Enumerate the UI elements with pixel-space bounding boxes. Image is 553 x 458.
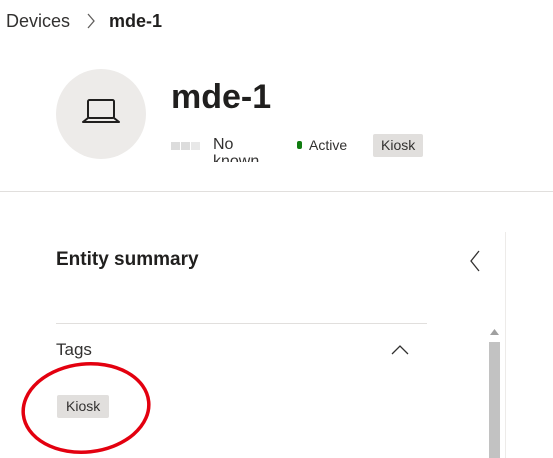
chevron-left-icon — [469, 250, 481, 277]
tags-section-label: Tags — [56, 340, 92, 359]
risk-level-label: No known — [213, 136, 260, 162]
section-divider — [56, 323, 427, 324]
device-status: Active — [297, 135, 347, 155]
scroll-thumb[interactable] — [489, 342, 500, 458]
device-name-title: mde-1 — [171, 78, 272, 116]
panel-separator — [505, 232, 506, 458]
status-dot-icon — [297, 141, 302, 149]
breadcrumb-current: mde-1 — [109, 10, 163, 31]
header-divider — [0, 191, 553, 192]
tags-section-header[interactable]: Tags — [56, 335, 427, 365]
panel-scrollbar[interactable] — [487, 325, 502, 458]
laptop-icon — [80, 96, 122, 133]
scroll-up-arrow-icon[interactable] — [487, 325, 502, 339]
entity-summary-title: Entity summary — [56, 249, 199, 270]
tag-chip-kiosk[interactable]: Kiosk — [57, 395, 110, 418]
collapse-panel-button[interactable] — [464, 250, 486, 276]
chevron-up-icon[interactable] — [385, 338, 415, 362]
risk-level-bars-icon — [171, 142, 201, 150]
breadcrumb-devices-link[interactable]: Devices — [6, 11, 70, 32]
device-avatar — [56, 69, 146, 159]
chevron-right-icon — [86, 13, 96, 29]
status-text: Active — [309, 137, 348, 153]
breadcrumb: Devices mde-1 — [6, 8, 162, 34]
device-page: Devices mde-1 mde-1 No known Active Kios… — [0, 0, 553, 458]
device-tag-badge[interactable]: Kiosk — [373, 134, 424, 157]
